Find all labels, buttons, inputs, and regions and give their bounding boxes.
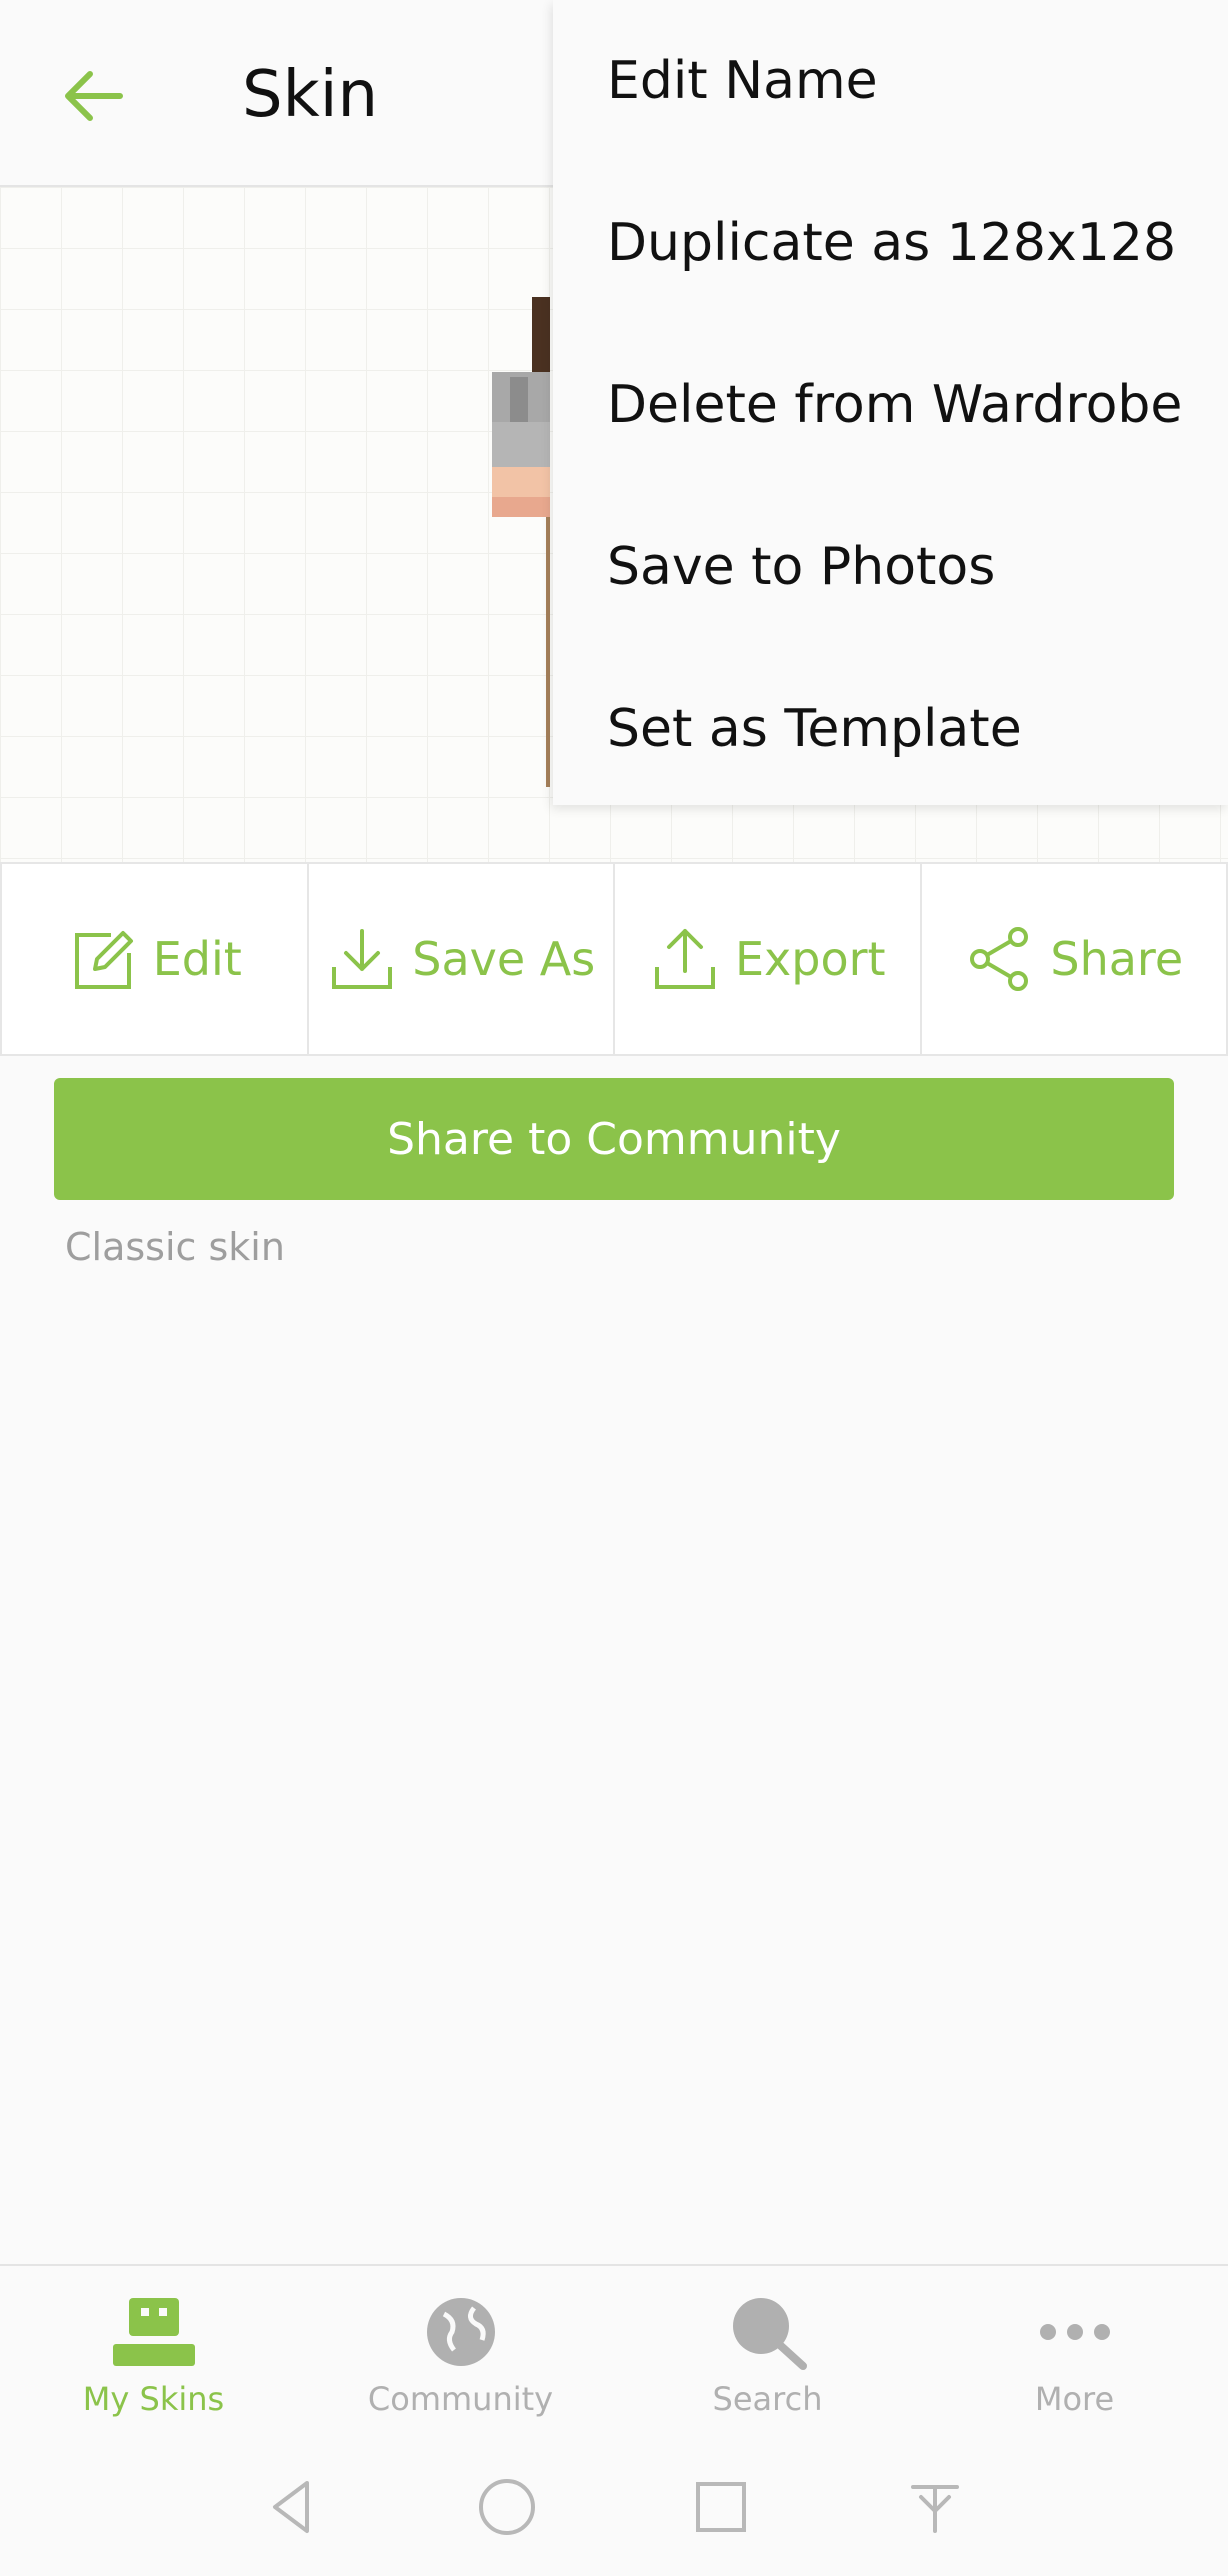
share-button[interactable]: Share xyxy=(919,864,1228,1054)
system-recents-icon[interactable] xyxy=(689,2475,753,2539)
system-home-icon[interactable] xyxy=(475,2475,539,2539)
overflow-menu: Edit Name Duplicate as 128x128 Delete fr… xyxy=(553,0,1228,805)
share-label: Share xyxy=(1050,932,1184,986)
more-dots-icon xyxy=(1039,2324,1110,2340)
menu-item-save-to-photos[interactable]: Save to Photos xyxy=(553,486,1228,648)
share-to-community-button[interactable]: Share to Community xyxy=(54,1078,1174,1200)
nav-item-community[interactable]: Community xyxy=(307,2266,614,2440)
bottom-navigation: My Skins Community Search More xyxy=(0,2264,1228,2440)
my-skins-icon xyxy=(112,2298,195,2366)
search-icon xyxy=(732,2298,807,2370)
globe-icon xyxy=(426,2298,495,2366)
system-back-icon[interactable] xyxy=(261,2475,325,2539)
export-button[interactable]: Export xyxy=(613,864,920,1054)
nav-label-search: Search xyxy=(712,2380,823,2418)
nav-label-more: More xyxy=(1034,2380,1115,2418)
nav-label-community: Community xyxy=(367,2380,554,2418)
menu-item-delete-from-wardrobe[interactable]: Delete from Wardrobe xyxy=(553,324,1228,486)
back-button[interactable] xyxy=(60,60,132,132)
arrow-left-icon xyxy=(65,71,123,121)
download-icon xyxy=(332,929,393,989)
edit-button[interactable]: Edit xyxy=(0,864,307,1054)
edit-icon xyxy=(74,931,133,989)
upload-icon xyxy=(654,929,715,989)
save-as-button[interactable]: Save As xyxy=(306,864,614,1054)
skin-type-label: Classic skin xyxy=(65,1225,285,1269)
nav-label-my-skins: My Skins xyxy=(82,2380,225,2418)
share-icon xyxy=(970,927,1029,991)
nav-item-my-skins[interactable]: My Skins xyxy=(0,2266,307,2440)
save-as-label: Save As xyxy=(412,932,596,986)
nav-item-search[interactable]: Search xyxy=(614,2266,921,2440)
menu-item-set-as-template[interactable]: Set as Template xyxy=(553,648,1228,810)
system-navigation-bar xyxy=(0,2438,1228,2576)
export-label: Export xyxy=(734,932,886,986)
system-notification-icon[interactable] xyxy=(903,2475,967,2539)
skin-detail-screen: Skin Edit Save As Export Share Share to … xyxy=(0,0,1228,2576)
action-bar: Edit Save As Export Share xyxy=(0,862,1228,1056)
menu-item-edit-name[interactable]: Edit Name xyxy=(553,0,1228,162)
page-title: Skin xyxy=(242,58,379,132)
menu-item-duplicate-128[interactable]: Duplicate as 128x128 xyxy=(553,162,1228,324)
edit-label: Edit xyxy=(152,932,242,986)
nav-item-more[interactable]: More xyxy=(921,2266,1228,2440)
skin-model xyxy=(492,297,550,787)
